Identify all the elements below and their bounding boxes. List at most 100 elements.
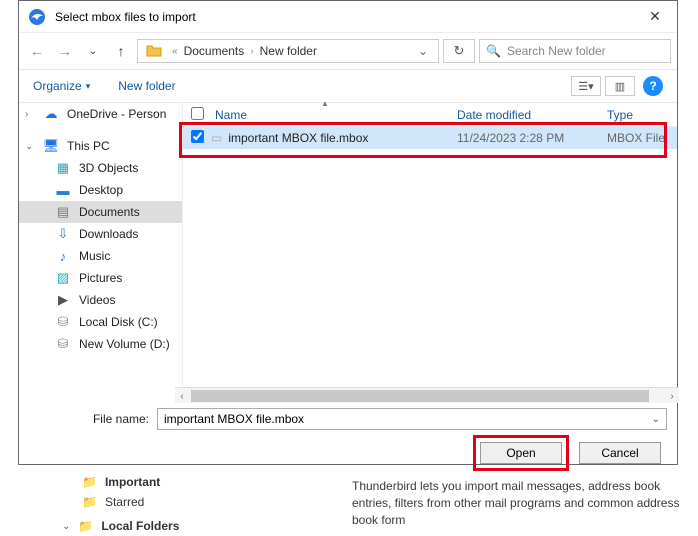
titlebar: Select mbox files to import ✕ — [19, 1, 677, 33]
column-name[interactable]: Name — [211, 108, 457, 122]
dialog-title: Select mbox files to import — [55, 10, 637, 24]
bg-tree-item-important: Important — [82, 472, 179, 492]
select-all-checkbox[interactable] — [191, 107, 204, 120]
sidebar-item-onedrive[interactable]: › OneDrive - Person — [19, 103, 182, 125]
file-icon — [211, 131, 222, 145]
sidebar-item-downloads[interactable]: Downloads — [19, 223, 182, 245]
sidebar-item-thispc[interactable]: ⌄ This PC — [19, 135, 182, 157]
new-folder-button[interactable]: New folder — [118, 79, 175, 93]
bg-tree-item-local: ⌄ Local Folders — [62, 516, 179, 536]
nav-row: ← → ⌄ ↑ « Documents › New folder ⌄ ↻ 🔍 — [19, 33, 677, 69]
breadcrumb-part[interactable]: Documents — [184, 44, 245, 58]
disk-icon — [55, 336, 71, 352]
pc-icon — [43, 138, 59, 154]
organize-label: Organize — [33, 79, 82, 93]
cancel-button[interactable]: Cancel — [579, 442, 661, 464]
sidebar-item-documents[interactable]: Documents — [19, 201, 182, 223]
close-button[interactable]: ✕ — [637, 8, 673, 25]
disk-icon — [55, 314, 71, 330]
search-icon: 🔍 — [486, 44, 501, 58]
search-input[interactable] — [507, 44, 664, 58]
preview-pane-button[interactable]: ▥ — [605, 76, 635, 96]
thunderbird-icon — [27, 7, 47, 27]
bg-label-important: Important — [105, 475, 160, 489]
scroll-thumb[interactable] — [191, 390, 649, 402]
sidebar-item-videos[interactable]: Videos — [19, 289, 182, 311]
file-type: MBOX File — [607, 131, 677, 145]
toolbar: Organize ▾ New folder ☰▾ ▥ ? — [19, 69, 677, 103]
open-button[interactable]: Open — [480, 442, 562, 464]
sidebar-label: This PC — [67, 139, 110, 153]
bg-tree-item-starred: Starred — [82, 492, 179, 512]
folder-icon — [78, 519, 93, 533]
bg-info-text: Thunderbird lets you import mail message… — [352, 478, 696, 528]
chevron-right-icon: › — [250, 46, 253, 57]
sidebar-label: Desktop — [79, 183, 123, 197]
sidebar-label: Videos — [79, 293, 115, 307]
folder-icon — [146, 43, 162, 60]
folder-icon — [82, 495, 97, 509]
bg-label-starred: Starred — [105, 495, 144, 509]
file-open-dialog: Select mbox files to import ✕ ← → ⌄ ↑ « … — [18, 0, 678, 465]
sidebar-label: New Volume (D:) — [79, 337, 170, 351]
forward-button: → — [53, 39, 77, 63]
chevron-icon: « — [172, 46, 178, 57]
folder-icon — [82, 475, 97, 489]
cloud-icon — [43, 106, 59, 122]
column-headers: Name Date modified Type — [183, 103, 677, 127]
sidebar-label: Pictures — [79, 271, 122, 285]
dl-icon — [55, 226, 71, 242]
sidebar-label: OneDrive - Person — [67, 107, 166, 121]
up-button[interactable]: ↑ — [109, 39, 133, 63]
sidebar-label: 3D Objects — [79, 161, 138, 175]
help-button[interactable]: ? — [643, 76, 663, 96]
desk-icon — [55, 182, 71, 198]
file-checkbox[interactable] — [191, 130, 204, 143]
file-date: 11/24/2023 2:28 PM — [457, 131, 607, 145]
chevron-down-icon: ▾ — [86, 81, 91, 92]
view-mode-button[interactable]: ☰▾ — [571, 76, 601, 96]
chevron-down-icon[interactable]: ⌄ — [652, 414, 660, 425]
column-date[interactable]: Date modified — [457, 108, 607, 122]
breadcrumb-dropdown[interactable]: ⌄ — [412, 44, 434, 58]
pic-icon — [55, 270, 71, 286]
3d-icon — [55, 160, 71, 176]
breadcrumb[interactable]: « Documents › New folder ⌄ — [137, 39, 439, 63]
sidebar-item-music[interactable]: Music — [19, 245, 182, 267]
scroll-left-icon[interactable]: ‹ — [175, 389, 189, 403]
sidebar-item-desktop[interactable]: Desktop — [19, 179, 182, 201]
filename-label: File name: — [93, 412, 149, 426]
sidebar-item-new-volume-d-[interactable]: New Volume (D:) — [19, 333, 182, 355]
back-button[interactable]: ← — [25, 39, 49, 63]
search-box[interactable]: 🔍 — [479, 39, 671, 63]
filename-combobox[interactable]: important MBOX file.mbox ⌄ — [157, 408, 667, 430]
doc-icon — [55, 204, 71, 220]
horizontal-scrollbar[interactable]: ‹ › — [175, 387, 679, 403]
refresh-button[interactable]: ↻ — [443, 39, 475, 63]
file-row[interactable]: important MBOX file.mbox 11/24/2023 2:28 … — [183, 127, 677, 149]
column-type[interactable]: Type — [607, 108, 677, 122]
scroll-right-icon[interactable]: › — [665, 389, 679, 403]
organize-menu[interactable]: Organize ▾ — [33, 79, 90, 93]
sidebar-label: Music — [79, 249, 110, 263]
breadcrumb-part[interactable]: New folder — [260, 44, 317, 58]
history-dropdown[interactable]: ⌄ — [81, 39, 105, 63]
sidebar-item-3d-objects[interactable]: 3D Objects — [19, 157, 182, 179]
file-list-pane: Name Date modified Type important MBOX f… — [183, 103, 677, 403]
dialog-buttons: Open Cancel — [19, 435, 677, 471]
file-name: important MBOX file.mbox — [228, 131, 368, 145]
chevron-down-icon: ⌄ — [62, 521, 70, 532]
music-icon — [55, 248, 71, 264]
sidebar-item-pictures[interactable]: Pictures — [19, 267, 182, 289]
sidebar-label: Local Disk (C:) — [79, 315, 158, 329]
filename-value: important MBOX file.mbox — [164, 412, 304, 426]
highlight-annotation: Open — [473, 435, 569, 471]
sidebar-label: Documents — [79, 205, 140, 219]
sidebar-label: Downloads — [79, 227, 138, 241]
filename-row: File name: important MBOX file.mbox ⌄ — [19, 403, 677, 435]
bg-label-local: Local Folders — [101, 519, 179, 533]
vid-icon — [55, 292, 71, 308]
chevron-right-icon[interactable]: › — [25, 109, 28, 120]
sidebar-item-local-disk-c-[interactable]: Local Disk (C:) — [19, 311, 182, 333]
chevron-down-icon[interactable]: ⌄ — [25, 141, 33, 152]
